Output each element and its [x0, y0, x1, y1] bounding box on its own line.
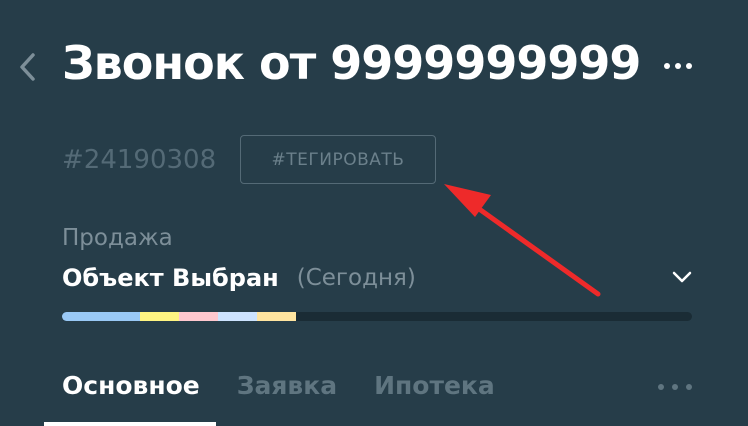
stage-date: (Сегодня)	[296, 265, 416, 291]
pipeline-name: Продажа	[62, 225, 173, 251]
tab-application[interactable]: Заявка	[237, 364, 337, 408]
progress-segment	[62, 312, 140, 321]
progress-segment	[179, 312, 218, 321]
progress-segment	[218, 312, 257, 321]
tag-button[interactable]: #ТЕГИРОВАТЬ	[240, 135, 436, 184]
more-options-button[interactable]	[657, 56, 699, 76]
page-title: Звонок от 9999999999	[62, 36, 641, 90]
progress-segment	[257, 312, 296, 321]
chevron-down-icon	[672, 271, 692, 283]
chevron-left-icon	[20, 53, 35, 81]
more-horizontal-icon	[664, 63, 670, 69]
stage-name: Объект Выбран	[62, 264, 279, 292]
stage-selector[interactable]: Объект Выбран (Сегодня)	[62, 258, 702, 298]
stage-progress-bar	[62, 312, 692, 321]
tab-main[interactable]: Основное	[62, 364, 200, 408]
back-button[interactable]	[12, 50, 42, 84]
stage-progress-fill	[62, 312, 296, 321]
progress-segment	[140, 312, 179, 321]
deal-card-screen: Звонок от 9999999999 #24190308 #ТЕГИРОВА…	[0, 0, 748, 426]
deal-id: #24190308	[62, 145, 217, 175]
active-tab-indicator	[44, 422, 216, 426]
tab-bar: Основное Заявка Ипотека	[62, 364, 495, 408]
tabs-more-button[interactable]	[658, 380, 692, 394]
more-horizontal-icon	[658, 384, 664, 390]
tab-mortgage[interactable]: Ипотека	[374, 364, 495, 408]
